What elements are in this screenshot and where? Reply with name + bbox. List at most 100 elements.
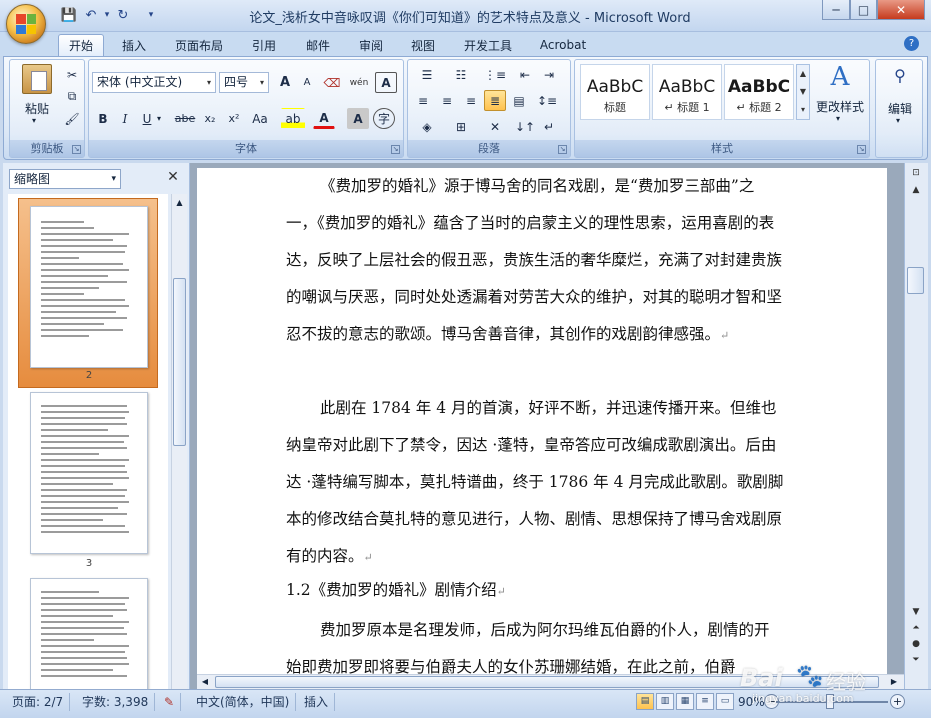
close-icon[interactable]: ✕: [165, 169, 181, 187]
full-screen-reading-icon[interactable]: ▥: [656, 693, 674, 710]
superscript-button[interactable]: x²: [223, 108, 245, 129]
italic-button[interactable]: I: [115, 108, 135, 129]
sort-icon[interactable]: ↓↑: [514, 116, 536, 137]
shading-icon[interactable]: ◈: [412, 116, 442, 137]
word-count-status[interactable]: 字数: 3,398: [76, 693, 156, 711]
close-button[interactable]: ✕: [877, 0, 925, 20]
style-title[interactable]: AaBbC 标题: [580, 64, 650, 120]
change-styles-label[interactable]: 更改样式: [812, 98, 868, 115]
style-heading-1[interactable]: AaBbC ↵ 标题 1: [652, 64, 722, 120]
help-icon[interactable]: ?: [904, 36, 919, 51]
thumbnail-page-4[interactable]: [30, 578, 148, 689]
proofing-icon[interactable]: ✎: [158, 693, 182, 711]
styles-launcher-icon[interactable]: ↘: [857, 145, 866, 154]
bold-button[interactable]: B: [93, 108, 113, 129]
chevron-down-icon[interactable]: ▾: [111, 170, 116, 188]
binoculars-icon[interactable]: ⚲: [888, 66, 912, 88]
editing-dropdown-icon[interactable]: ▾: [896, 116, 900, 125]
draft-view-icon[interactable]: ▭: [716, 693, 734, 710]
vertical-scroll-thumb[interactable]: [907, 267, 924, 294]
styles-scroll[interactable]: ▲ ▼ ▾: [796, 64, 810, 120]
bullets-icon[interactable]: ☰: [412, 64, 442, 85]
save-icon[interactable]: 💾: [60, 7, 78, 23]
ruler-toggle-icon[interactable]: ⊡: [908, 165, 924, 181]
paragraph-launcher-icon[interactable]: ↘: [558, 145, 567, 154]
cut-icon[interactable]: ✂: [62, 64, 82, 85]
change-styles-icon[interactable]: A: [820, 62, 860, 94]
nav-scrollbar[interactable]: ▲: [171, 194, 187, 689]
change-case-button[interactable]: Aa: [247, 108, 273, 129]
align-left-icon[interactable]: ≡: [412, 90, 434, 111]
format-painter-icon[interactable]: 🖌: [62, 108, 82, 129]
tab-mailings[interactable]: 邮件: [297, 34, 339, 56]
tab-references[interactable]: 引用: [243, 34, 285, 56]
copy-icon[interactable]: ⧉: [62, 86, 82, 107]
outline-view-icon[interactable]: ≡: [696, 693, 714, 710]
font-color-icon[interactable]: A: [313, 108, 335, 129]
minimize-button[interactable]: ─: [822, 0, 850, 20]
char-border-button[interactable]: A: [375, 72, 397, 93]
thumbnail-page-3[interactable]: [30, 392, 148, 554]
char-shading-icon[interactable]: A: [347, 108, 369, 129]
numbering-icon[interactable]: ☷: [446, 64, 476, 85]
language-status[interactable]: 中文(简体，中国): [190, 693, 297, 711]
maximize-button[interactable]: □: [850, 0, 877, 20]
align-right-icon[interactable]: ≡: [460, 90, 482, 111]
font-name-combo[interactable]: 宋体 (中文正文) ▾: [92, 72, 216, 93]
underline-dropdown-icon[interactable]: ▾: [157, 114, 161, 123]
decrease-indent-icon[interactable]: ⇤: [514, 64, 536, 85]
change-styles-dropdown-icon[interactable]: ▾: [836, 114, 840, 123]
insert-mode-status[interactable]: 插入: [298, 693, 336, 711]
paste-dropdown-icon[interactable]: ▾: [32, 116, 36, 125]
chevron-down-icon[interactable]: ▾: [256, 73, 268, 92]
tab-page-layout[interactable]: 页面布局: [166, 34, 232, 56]
show-marks-icon[interactable]: ↵: [538, 116, 560, 137]
clear-format-icon[interactable]: ⌫: [321, 72, 343, 93]
tab-insert[interactable]: 插入: [112, 34, 156, 56]
redo-icon[interactable]: ↻: [114, 7, 132, 23]
scroll-left-icon[interactable]: ◀: [199, 676, 211, 688]
tab-review[interactable]: 审阅: [350, 34, 392, 56]
tab-home[interactable]: 开始: [58, 34, 104, 56]
tab-view[interactable]: 视图: [402, 34, 444, 56]
nav-mode-select[interactable]: 缩略图 ▾: [9, 169, 121, 189]
nav-scroll-thumb[interactable]: [173, 278, 186, 446]
customize-qat-icon[interactable]: ▾: [142, 7, 160, 23]
chevron-down-icon[interactable]: ▾: [203, 73, 215, 92]
tab-developer[interactable]: 开发工具: [455, 34, 521, 56]
page-count-status[interactable]: 页面: 2/7: [6, 693, 71, 711]
justify-icon[interactable]: ≣: [484, 90, 506, 111]
multilevel-list-icon[interactable]: ⋮≡: [480, 64, 510, 85]
scroll-up-icon[interactable]: ▲: [908, 182, 924, 198]
grow-font-button[interactable]: A: [275, 72, 295, 93]
shrink-font-button[interactable]: A: [297, 72, 317, 93]
line-spacing-icon[interactable]: ↕≡: [532, 90, 562, 111]
scroll-down-icon[interactable]: ▼: [908, 604, 924, 620]
scroll-up-icon[interactable]: ▲: [173, 196, 186, 209]
previous-page-icon[interactable]: ⏶: [908, 620, 924, 636]
underline-button[interactable]: U: [137, 108, 157, 129]
paste-icon[interactable]: [22, 64, 52, 94]
strikethrough-button[interactable]: abe: [173, 108, 197, 129]
increase-indent-icon[interactable]: ⇥: [538, 64, 560, 85]
browse-object-icon[interactable]: ●: [908, 636, 924, 652]
paste-button-label[interactable]: 粘贴: [16, 100, 58, 117]
chinese-layout-icon[interactable]: ✕: [480, 116, 510, 137]
print-layout-view-icon[interactable]: ▤: [636, 693, 654, 710]
web-layout-icon[interactable]: ▦: [676, 693, 694, 710]
enclose-char-icon[interactable]: 字: [373, 108, 395, 129]
editing-label[interactable]: 编辑: [878, 100, 922, 117]
highlight-icon[interactable]: ab: [281, 108, 305, 129]
document-page[interactable]: 《费加罗的婚礼》源于博马舍的同名戏剧，是“费加罗三部曲”之一，《费加罗的婚礼》蕴…: [197, 168, 887, 689]
phonetic-guide-button[interactable]: wén: [347, 72, 371, 93]
clipboard-launcher-icon[interactable]: ↘: [72, 145, 81, 154]
tab-acrobat[interactable]: Acrobat: [532, 34, 594, 56]
borders-icon[interactable]: ⊞: [446, 116, 476, 137]
distributed-icon[interactable]: ▤: [508, 90, 530, 111]
thumbnail-page-2[interactable]: [30, 206, 148, 368]
subscript-button[interactable]: x₂: [199, 108, 221, 129]
align-center-icon[interactable]: ≡: [436, 90, 458, 111]
font-launcher-icon[interactable]: ↘: [391, 145, 400, 154]
office-button[interactable]: [6, 4, 46, 44]
font-size-combo[interactable]: 四号 ▾: [219, 72, 269, 93]
